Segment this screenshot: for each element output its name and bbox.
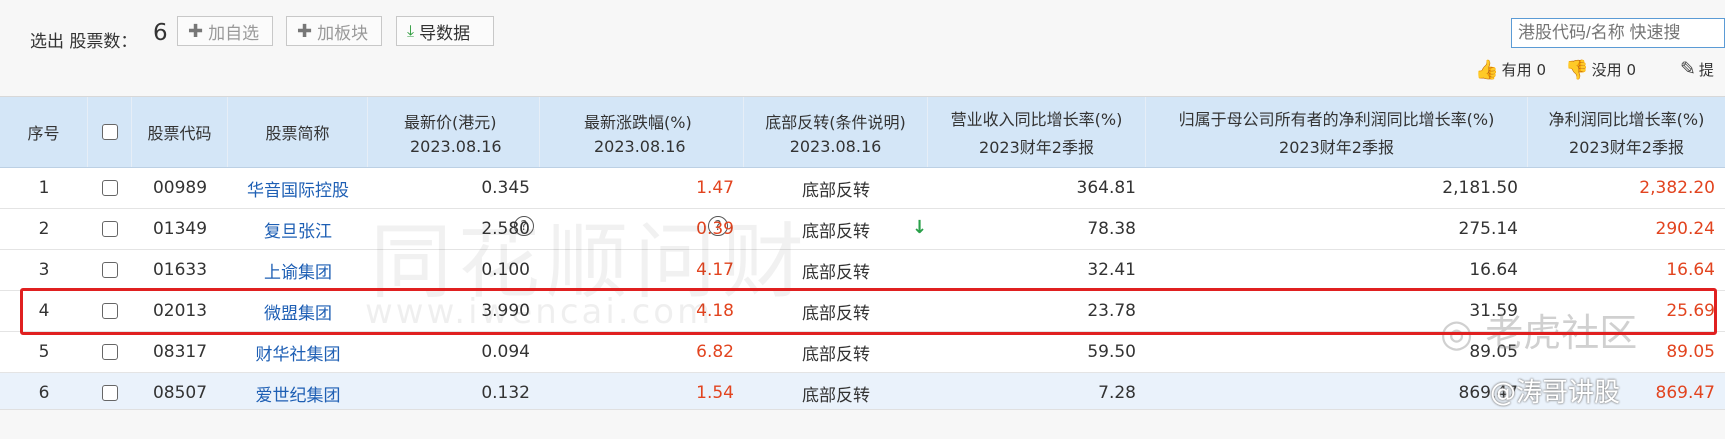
revenue-growth-cell: 78.38 bbox=[1087, 219, 1136, 239]
edit-icon: ✎ bbox=[1680, 58, 1696, 80]
price-cell: 0.094 bbox=[481, 342, 530, 362]
toolbar: 选出 股票数： 6 ✚ 加自选 ✚ 加板块 ⤓ 导数据 👍 有用 0 👎 没用 … bbox=[0, 0, 1725, 97]
parent-profit-growth-cell: 869.47 bbox=[1458, 383, 1518, 403]
export-label: 导数据 bbox=[419, 23, 471, 44]
result-count-label: 选出 股票数： bbox=[30, 32, 138, 52]
parent-profit-growth-cell: 275.14 bbox=[1458, 219, 1518, 239]
change-cell: 1.54 bbox=[696, 383, 734, 403]
revenue-growth-cell: 364.81 bbox=[1076, 178, 1136, 198]
thumbs-down-icon: 👎 bbox=[1565, 59, 1589, 81]
code-cell: 08507 bbox=[152, 383, 208, 403]
add-watchlist-label: 加自选 bbox=[208, 23, 260, 44]
row-checkbox-cell[interactable] bbox=[88, 209, 132, 249]
result-count-value: 6 bbox=[153, 20, 168, 46]
suggest-label: 提 bbox=[1698, 60, 1714, 79]
net-profit-growth-cell: 2,382.20 bbox=[1639, 178, 1715, 198]
column-header-change[interactable]: 最新涨跌幅(%) 2023.08.16 bbox=[540, 97, 744, 167]
row-checkbox[interactable] bbox=[102, 344, 118, 360]
select-all-checkbox[interactable] bbox=[101, 124, 118, 140]
revenue-growth-cell: 7.28 bbox=[1098, 383, 1136, 403]
column-header-price[interactable]: 最新价(港元) 2023.08.16 bbox=[368, 97, 540, 167]
useful-label: 有用 bbox=[1501, 61, 1532, 79]
table-row[interactable]: 3 01633 上谕集团 0.100 4.17 底部反转 32.41 16.64… bbox=[0, 250, 1725, 291]
row-checkbox-cell[interactable] bbox=[88, 332, 132, 372]
row-checkbox[interactable] bbox=[102, 180, 118, 196]
seq-cell: 6 bbox=[38, 383, 50, 403]
table-row[interactable]: 6 08507 爱世纪集团 0.132 1.54 底部反转 7.28 869.4… bbox=[0, 373, 1725, 410]
stock-name-link[interactable]: 华音国际控股 bbox=[228, 168, 368, 208]
table-row[interactable]: 1 00989 华音国际控股 0.345 1.47 底部反转 364.81 2,… bbox=[0, 168, 1725, 209]
column-header-net-profit-growth[interactable]: 净利润同比增长率(%) 2023财年2季报 bbox=[1528, 97, 1725, 167]
stock-search-input[interactable] bbox=[1511, 18, 1725, 48]
stock-name-link[interactable]: 财华社集团 bbox=[228, 332, 368, 372]
reversal-cell: 底部反转 bbox=[802, 385, 870, 406]
export-data-button[interactable]: ⤓ 导数据 bbox=[396, 16, 494, 46]
useless-button[interactable]: 👎 没用 0 bbox=[1565, 58, 1636, 81]
stock-name-link[interactable]: 上谕集团 bbox=[228, 250, 368, 290]
stock-name-link[interactable]: 爱世纪集团 bbox=[228, 373, 368, 413]
highlight-box bbox=[20, 288, 1717, 335]
code-cell: 01349 bbox=[152, 219, 208, 239]
row-checkbox-cell[interactable] bbox=[88, 250, 132, 290]
thumbs-up-icon: 👍 bbox=[1475, 59, 1499, 81]
useful-button[interactable]: 👍 有用 0 bbox=[1475, 58, 1546, 81]
row-checkbox[interactable] bbox=[102, 221, 118, 237]
seq-cell: 3 bbox=[38, 260, 50, 280]
net-profit-growth-cell: 290.24 bbox=[1655, 219, 1715, 239]
code-cell: 01633 bbox=[152, 260, 208, 280]
parent-profit-growth-cell: 16.64 bbox=[1469, 260, 1518, 280]
parent-profit-growth-cell: 2,181.50 bbox=[1442, 178, 1518, 198]
seq-cell: 1 bbox=[38, 178, 50, 198]
code-cell: 08317 bbox=[152, 342, 208, 362]
revenue-growth-cell: 32.41 bbox=[1087, 260, 1136, 280]
column-header-seq[interactable]: 序号 bbox=[0, 97, 88, 167]
table-header: 序号 股票代码 股票简称 最新价(港元) 2023.08.16 ? 最新涨跌幅(… bbox=[0, 97, 1725, 238]
table-row[interactable]: 2 01349 复旦张江 2.580 0.39 底部反转 78.38 275.1… bbox=[0, 209, 1725, 250]
add-watchlist-button[interactable]: ✚ 加自选 bbox=[177, 16, 273, 46]
row-checkbox-cell[interactable] bbox=[88, 373, 132, 413]
net-profit-growth-cell: 16.64 bbox=[1666, 260, 1715, 280]
seq-cell: 2 bbox=[38, 219, 50, 239]
plus-icon: ✚ bbox=[297, 20, 313, 42]
row-checkbox-cell[interactable] bbox=[88, 168, 132, 208]
stock-name-link[interactable]: 复旦张江 bbox=[228, 209, 368, 249]
useful-count: 0 bbox=[1536, 60, 1547, 79]
table-footer bbox=[0, 409, 1725, 439]
add-sector-label: 加板块 bbox=[317, 23, 369, 44]
row-checkbox[interactable] bbox=[102, 385, 118, 401]
price-cell: 0.132 bbox=[481, 383, 530, 403]
useless-count: 0 bbox=[1626, 60, 1637, 79]
column-header-reversal[interactable]: 底部反转(条件说明) 2023.08.16 bbox=[744, 97, 928, 167]
plus-icon: ✚ bbox=[188, 20, 204, 42]
code-cell: 00989 bbox=[152, 178, 208, 198]
download-icon: ⤓ bbox=[407, 21, 415, 40]
select-all-checkbox-cell[interactable] bbox=[88, 97, 132, 167]
change-cell: 6.82 bbox=[696, 342, 734, 362]
suggest-button[interactable]: ✎ 提 bbox=[1680, 58, 1714, 80]
row-checkbox[interactable] bbox=[102, 262, 118, 278]
add-sector-button[interactable]: ✚ 加板块 bbox=[286, 16, 382, 46]
reversal-cell: 底部反转 bbox=[802, 344, 870, 365]
useless-label: 没用 bbox=[1591, 61, 1622, 79]
column-header-parent-profit-growth[interactable]: 归属于母公司所有者的净利润同比增长率(%) 2023财年2季报 bbox=[1146, 97, 1528, 167]
seq-cell: 5 bbox=[38, 342, 50, 362]
column-header-name[interactable]: 股票简称 bbox=[228, 97, 368, 167]
revenue-growth-cell: 59.50 bbox=[1087, 342, 1136, 362]
author-watermark: @涛哥讲股 bbox=[1490, 378, 1621, 408]
column-header-code[interactable]: 股票代码 bbox=[132, 97, 228, 167]
column-header-revenue-growth[interactable]: 营业收入同比增长率(%) 2023财年2季报 bbox=[928, 97, 1146, 167]
